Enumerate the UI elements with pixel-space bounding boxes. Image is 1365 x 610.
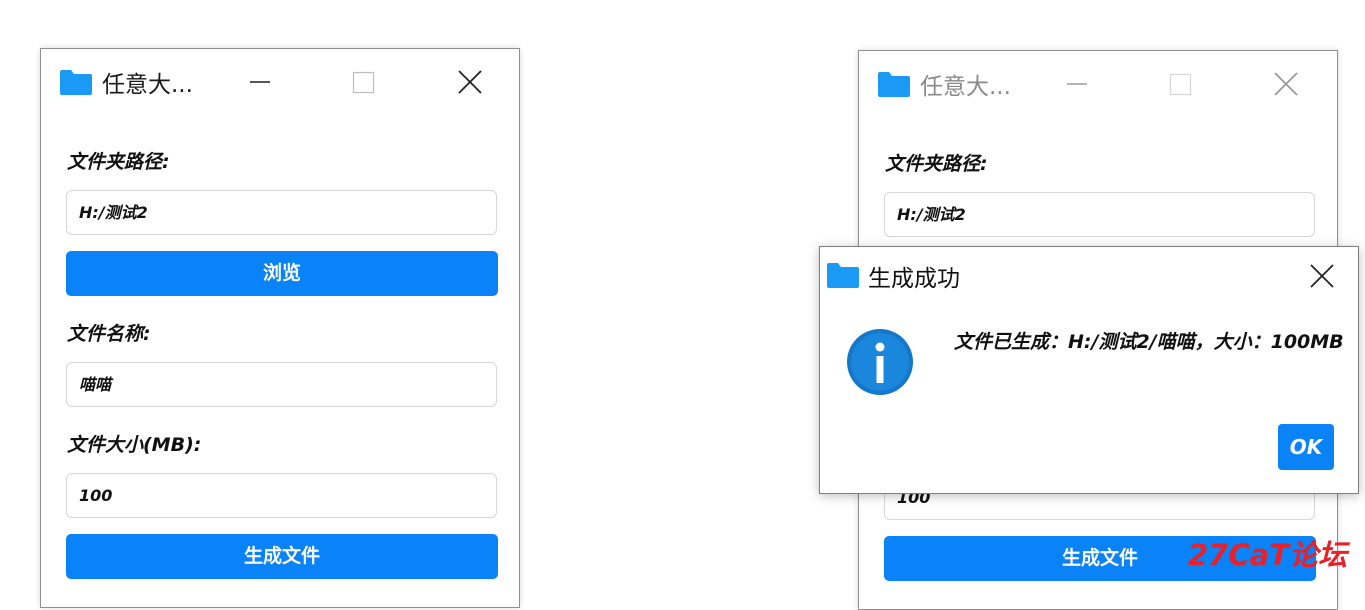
- generator-window: 任意大... 文件夹路径: H:/测试2 浏览 文件名称: 喵喵 文件大小(MB…: [40, 48, 520, 608]
- folder-icon: [878, 72, 910, 97]
- generate-file-button[interactable]: 生成文件: [66, 534, 498, 579]
- file-name-input[interactable]: 喵喵: [66, 362, 497, 407]
- close-icon[interactable]: [1302, 257, 1342, 295]
- folder-path-label: 文件夹路径:: [67, 151, 170, 173]
- dialog-message: 文件已生成：H:/测试2/喵喵，大小：100MB: [954, 331, 1344, 353]
- success-dialog: 生成成功 文件已生成：H:/测试2/喵喵，大小：100MB OK: [819, 246, 1359, 494]
- folder-path-input[interactable]: H:/测试2: [884, 192, 1315, 237]
- title-bar[interactable]: 任意大...: [41, 49, 519, 113]
- folder-path-label: 文件夹路径:: [885, 153, 988, 175]
- minimize-icon[interactable]: [1057, 65, 1097, 103]
- browse-button[interactable]: 浏览: [66, 251, 498, 296]
- ok-button[interactable]: OK: [1278, 424, 1334, 470]
- window-title: 任意大...: [102, 72, 193, 98]
- title-bar[interactable]: 任意大...: [859, 51, 1337, 115]
- maximize-icon[interactable]: [343, 63, 383, 101]
- info-icon: [847, 329, 913, 395]
- folder-icon: [827, 263, 859, 288]
- file-name-label: 文件名称:: [67, 323, 151, 345]
- folder-icon: [60, 70, 92, 95]
- file-size-label: 文件大小(MB):: [67, 434, 202, 456]
- maximize-icon[interactable]: [1160, 65, 1200, 103]
- dialog-title: 生成成功: [868, 266, 960, 292]
- minimize-icon[interactable]: [240, 63, 280, 101]
- close-icon[interactable]: [1266, 65, 1306, 103]
- window-title: 任意大...: [920, 74, 1011, 100]
- folder-path-input[interactable]: H:/测试2: [66, 190, 497, 235]
- close-icon[interactable]: [450, 63, 490, 101]
- watermark-logo: 27CaT论坛: [1188, 538, 1347, 572]
- file-size-input[interactable]: 100: [66, 473, 497, 518]
